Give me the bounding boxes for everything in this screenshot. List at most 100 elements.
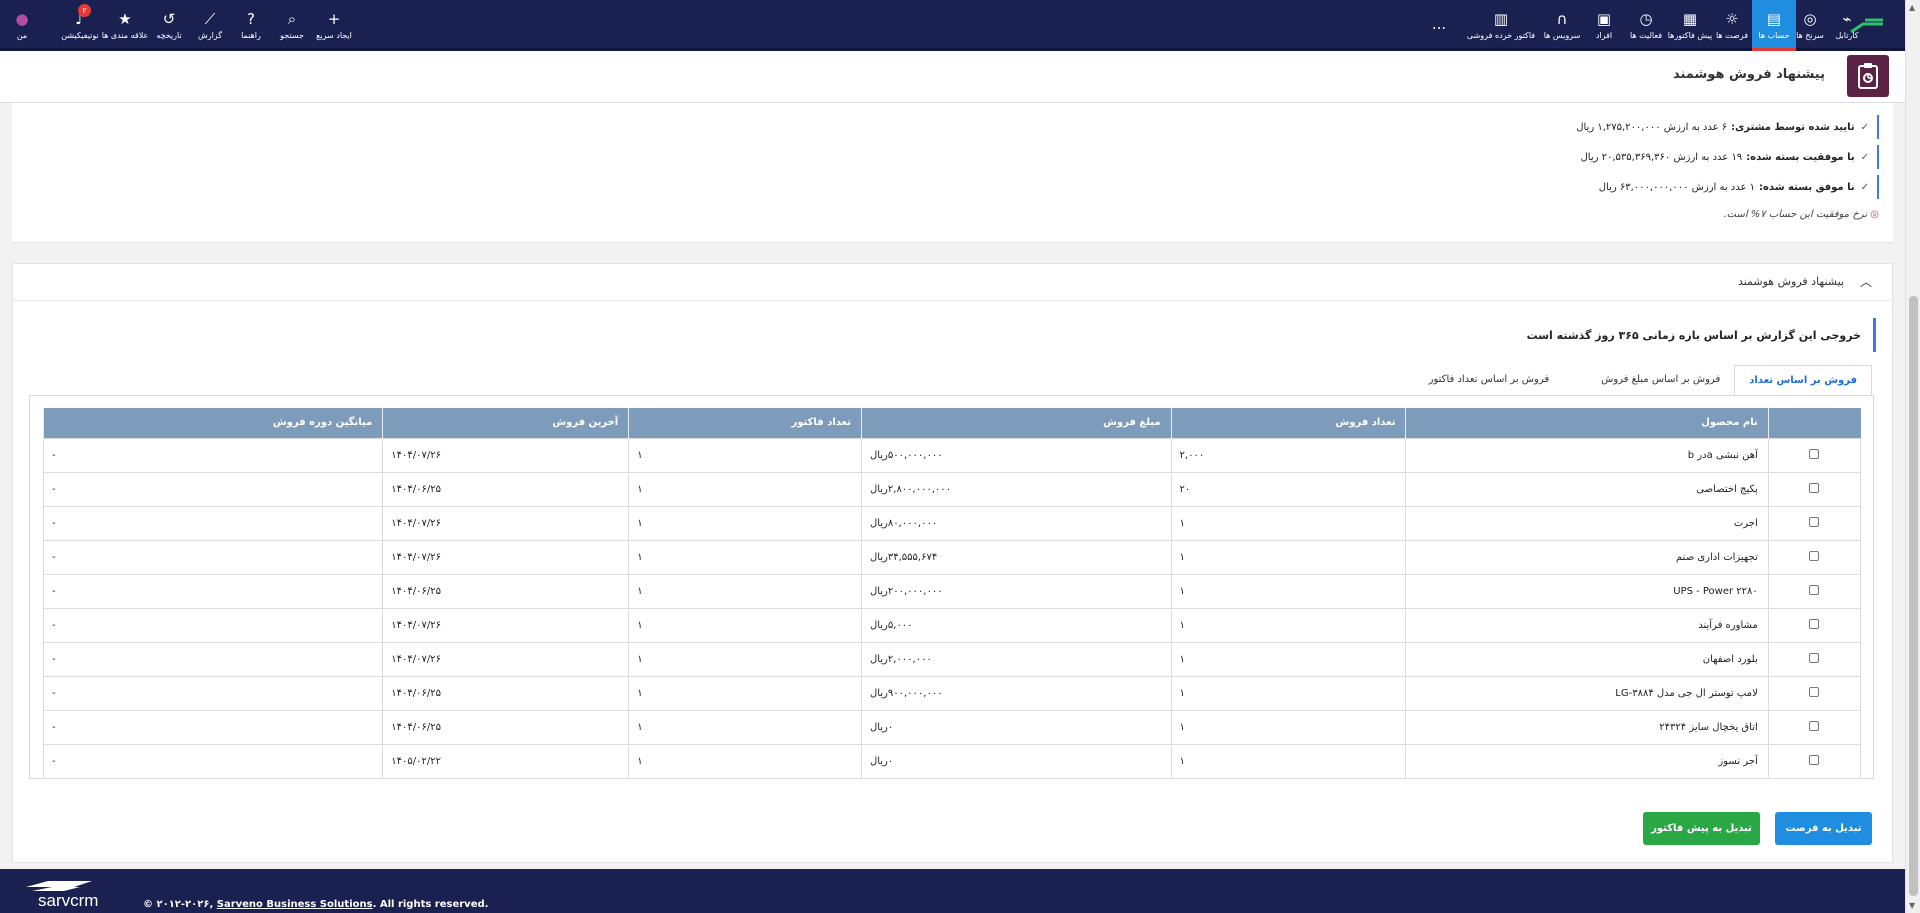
scrollbar-thumb[interactable] [1909, 296, 1918, 896]
nav-tool-label: جستجو [280, 30, 304, 40]
row-checkbox[interactable] [1809, 686, 1820, 697]
column-header[interactable]: تعداد فروش [1170, 408, 1406, 438]
stat-label: تایید شده توسط مشتری: [1731, 121, 1855, 133]
table-cell: ۱ [1170, 573, 1407, 609]
clock-icon: ◷ [1639, 9, 1653, 28]
row-checkbox[interactable] [1809, 550, 1820, 561]
table-row[interactable]: بلورد اصفهان ۱ ۲,۰۰۰,۰۰۰ریال ۱ ۱۴۰۴/۰۷/۲۶- [42, 641, 1862, 677]
row-checkbox[interactable] [1809, 618, 1820, 629]
table-cell: ۲,۸۰۰,۰۰۰,۰۰۰ریال [860, 471, 1172, 507]
table-cell: ۱ [1170, 675, 1407, 711]
more-menu-button[interactable]: ... [1417, 0, 1461, 48]
nav-item-7[interactable]: ∩ سرویس ها [1540, 0, 1584, 48]
table-row[interactable]: پکیج اختصاصی ۲۰ ۲,۸۰۰,۰۰۰,۰۰۰ریال ۱ ۱۴۰۴/۰۶/… [42, 471, 1862, 507]
column-header[interactable]: مبلغ فروش [860, 408, 1172, 438]
row-select-cell [1767, 607, 1862, 643]
nav-tool-1[interactable]: ⌕ جستجو [270, 0, 314, 48]
table-row[interactable]: لامپ توستر ال جی مدل LG-۳۸۸۴ ۱ ۹۰۰,۰۰۰,۰۰۰… [42, 675, 1862, 711]
table-cell: - [42, 471, 384, 507]
row-select-cell [1767, 539, 1862, 575]
table-row[interactable]: UPS - Power ۲۲۸۰ ۱ ۲۰۰,۰۰۰,۰۰۰ریال ۱ ۱۴۰۴/۰۶… [42, 573, 1862, 609]
table-cell: ۱۴۰۴/۰۷/۲۶ [382, 539, 630, 575]
table-row[interactable]: مشاوره فرآیند ۱ ۵,۰۰۰ریال ۱ ۱۴۰۴/۰۷/۲۶- [42, 607, 1862, 643]
column-header[interactable]: میانگین دوره فروش [42, 408, 383, 438]
sales-tabs: فروش بر اساس تعداد فروش بر اساس مبلغ فروش… [1391, 365, 1872, 396]
nav-tool-0[interactable]: + ایجاد سریع [312, 0, 356, 48]
row-checkbox[interactable] [1809, 754, 1820, 765]
table-cell: - [42, 709, 384, 745]
nav-tool-7[interactable]: ● من [0, 0, 44, 48]
table-cell: - [42, 743, 384, 779]
table-cell: اتاق یخچال سایز ۲۴۳۲۴ [1405, 709, 1769, 745]
table-cell: ۱ [628, 471, 862, 507]
history-icon: ↺ [162, 9, 176, 28]
tab-2[interactable]: فروش بر اساس تعداد فاکتور [1415, 365, 1563, 396]
table-cell: آهن نبشی aدر b [1405, 437, 1769, 473]
table-cell: ۱۴۰۴/۰۶/۲۵ [382, 573, 630, 609]
table-cell: ۱ [628, 505, 862, 541]
chevron-up-icon[interactable]: ︿ [1860, 273, 1872, 290]
table-cell: ۱۴۰۴/۰۷/۲۶ [382, 505, 630, 541]
table-cell: - [42, 539, 384, 575]
row-checkbox[interactable] [1809, 482, 1820, 493]
nav-tool-6[interactable]: ♪ نوتیفیکیشن ۲ [54, 0, 106, 48]
table-cell: ۲,۰۰۰,۰۰۰ریال [860, 641, 1172, 677]
nav-tool-5[interactable]: ★ علاقه مندی ها [100, 0, 150, 48]
nav-tool-label: گزارش [197, 30, 223, 40]
column-header[interactable]: تعداد فاکتور [628, 408, 862, 438]
table-row[interactable]: آهن نبشی aدر b ۲,۰۰۰ ۵۰۰,۰۰۰,۰۰۰ریال ۱ ۱۴۰۴/… [42, 437, 1862, 473]
row-select-cell [1767, 743, 1862, 779]
nav-item-label: فاکتور خرده فروشی [1466, 30, 1536, 40]
check-icon: ✓ [1860, 151, 1869, 163]
stat-line: ✓ تایید شده توسط مشتری: ۶ عدد به ارزش ۱,۲۷… [1576, 115, 1879, 139]
convert-to-opportunity-button[interactable]: تبدیل به فرصت [1775, 812, 1872, 845]
search-icon: ⌕ [287, 9, 297, 28]
nav-item-5[interactable]: ◷ فعالیت ها [1624, 0, 1668, 48]
page-title: پیشنهاد فروش هوشمند [1672, 67, 1825, 82]
row-checkbox[interactable] [1809, 652, 1820, 663]
table-cell: ۱۴۰۴/۰۶/۲۵ [382, 471, 630, 507]
nav-tool-4[interactable]: ↺ تاریخچه [147, 0, 191, 48]
table-row[interactable]: آجر نسوز ۱ ۰ریال ۱ ۱۴۰۵/۰۲/۲۲- [42, 743, 1862, 779]
nav-tool-label: ایجاد سریع [316, 30, 352, 40]
sarvcrm-logo[interactable]: sarvcrm [22, 877, 118, 909]
tab-0[interactable]: فروش بر اساس تعداد [1734, 365, 1872, 396]
nav-tool-3[interactable]: ⟋ گزارش [188, 0, 232, 48]
nav-item-8[interactable]: ▥ فاکتور خرده فروشی [1462, 0, 1540, 48]
nav-item-4[interactable]: ▦ پیش فاکتورها [1668, 0, 1713, 48]
table-cell: ۱ [628, 675, 862, 711]
scroll-up-icon[interactable]: ▲ [1909, 3, 1915, 12]
row-checkbox[interactable] [1809, 720, 1820, 731]
smart-sales-header[interactable]: ︿ پیشنهاد فروش هوشمند [13, 264, 1892, 301]
stat-label: با موفقیت بسته شده: [1746, 151, 1855, 163]
nav-item-3[interactable]: ☼ فرصت ها [1710, 0, 1754, 48]
table-cell: ۱ [628, 539, 862, 575]
nav-item-6[interactable]: ▣ افراد [1582, 0, 1626, 48]
convert-to-proforma-button[interactable]: تبدیل به پیش فاکتور [1643, 812, 1760, 845]
nav-tool-label: راهنما [241, 30, 261, 40]
row-checkbox[interactable] [1809, 584, 1820, 595]
scroll-down-icon[interactable]: ▼ [1909, 901, 1915, 910]
row-checkbox[interactable] [1809, 516, 1820, 527]
table-cell: ۲۰ [1170, 471, 1407, 507]
company-link[interactable]: Sarveno Business Solutions [217, 899, 373, 910]
table-cell: ۱ [628, 607, 862, 643]
table-cell: ۰ریال [860, 709, 1172, 745]
tab-1[interactable]: فروش بر اساس مبلغ فروش [1587, 365, 1734, 396]
table-cell: ۲۰۰,۰۰۰,۰۰۰ریال [860, 573, 1172, 609]
product-grid: نام محصول تعداد فروش مبلغ فروش تعداد فاکتور… [29, 395, 1874, 779]
row-checkbox[interactable] [1809, 448, 1820, 459]
success-rate-note: ◎ نرخ موفقیت این حساب ۷% است. [1723, 209, 1879, 220]
table-row[interactable]: اتاق یخچال سایز ۲۴۳۲۴ ۱ ۰ریال ۱ ۱۴۰۴/۰۶/۲۵- [42, 709, 1862, 745]
table-row[interactable]: تجهیزات اداری صنم ۱ ۳۴,۵۵۵,۶۷۴ریال ۱ ۱۴۰۴/۰۷… [42, 539, 1862, 575]
table-cell: ۱۴۰۴/۰۶/۲۵ [382, 675, 630, 711]
row-select-cell [1767, 471, 1862, 507]
copyright: © ۲۰۱۲-۲۰۲۶, Sarveno Business Solutions.… [143, 899, 489, 910]
page-scrollbar[interactable]: ▲ ▼ [1905, 0, 1920, 913]
table-row[interactable]: اجرت ۱ ۸۰,۰۰۰,۰۰۰ریال ۱ ۱۴۰۴/۰۷/۲۶- [42, 505, 1862, 541]
nav-item-2[interactable]: ▤ حساب ها [1752, 0, 1796, 51]
column-header[interactable]: نام محصول [1405, 408, 1769, 438]
row-select-cell [1767, 437, 1862, 473]
nav-tool-2[interactable]: ? راهنما [229, 0, 273, 48]
column-header[interactable]: آخرین فروش [382, 408, 629, 438]
